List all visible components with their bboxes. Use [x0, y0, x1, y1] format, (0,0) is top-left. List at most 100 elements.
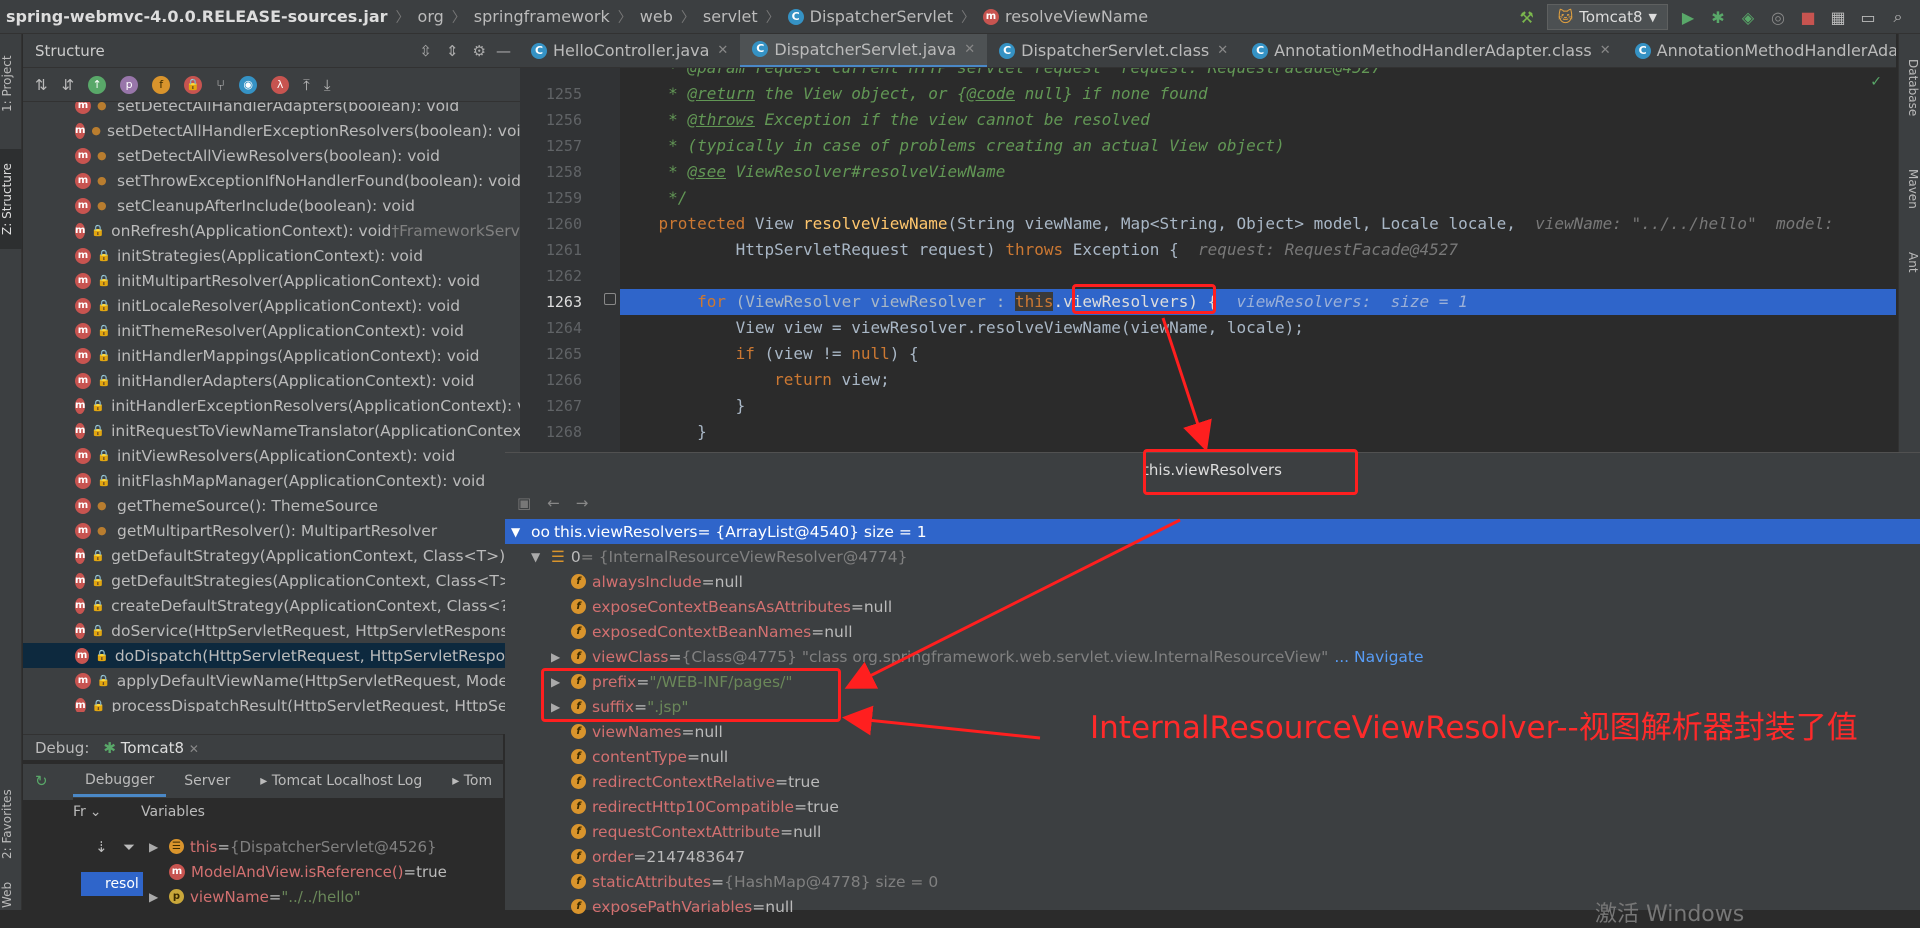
tree-root-viewresolvers[interactable]: ▼ oo this.viewResolvers = {ArrayList@4540}… [505, 519, 1920, 544]
breadcrumb-web[interactable]: web [634, 7, 679, 26]
field-requestContextAttribute[interactable]: f requestContextAttribute = null [505, 819, 1920, 844]
structure-item[interactable]: m 🔒 initMultipartResolver(ApplicationConte… [23, 268, 523, 293]
breadcrumb-dispatcherservlet[interactable]: C DispatcherServlet [782, 7, 959, 26]
tab-tomcat-localhost-log[interactable]: ▸ Tomcat Localhost Log [248, 767, 434, 795]
code-editor[interactable]: * @param request current HTTP servlet re… [620, 68, 1896, 453]
field-alwaysInclude[interactable]: f alwaysInclude = null [505, 569, 1920, 594]
tab-annotationmethodhandleradapter-class[interactable]: C AnnotationMethodHandlerAdapter.class ✕ [1240, 34, 1622, 67]
structure-item[interactable]: m 🔒 initLocaleResolver(ApplicationContext)… [23, 293, 523, 318]
structure-tool-tab[interactable]: Z: Structure [0, 149, 22, 249]
structure-item[interactable]: m ● setDetectAllHandlerExceptionResolvers(… [23, 118, 523, 143]
breadcrumb-springframework[interactable]: springframework [468, 7, 616, 26]
structure-item[interactable]: m ● setDetectAllViewResolvers(boolean): vo… [23, 143, 523, 168]
structure-item[interactable]: m 🔒 doDispatch(HttpServletRequest, HttpSer… [23, 643, 523, 668]
structure-item[interactable]: m 🔒 initViewResolvers(ApplicationContext):… [23, 443, 523, 468]
show-fields-icon[interactable]: f [152, 75, 171, 94]
gear-icon[interactable]: ⚙ [473, 42, 486, 60]
show-anonymous-icon[interactable]: ⑂ [216, 76, 225, 94]
chevron-right-icon[interactable]: ▶ [551, 650, 565, 664]
autoscroll-from-source-icon[interactable]: ⤓ [324, 76, 331, 94]
close-icon[interactable]: ✕ [1217, 43, 1228, 58]
structure-item[interactable]: m ● getMultipartResolver(): MultipartResol… [23, 518, 523, 543]
tab-hellocontroller-java[interactable]: C HelloController.java ✕ [519, 34, 740, 67]
breadcrumb-org[interactable]: org [412, 7, 450, 26]
tab-tomcat-log[interactable]: ▸ Tom [440, 767, 504, 795]
profile-icon[interactable]: ◎ [1768, 7, 1788, 27]
rerun-icon[interactable]: ↻ [35, 772, 48, 790]
frames-select[interactable]: Fr ⌄ [73, 800, 143, 824]
database-tool-tab[interactable]: Database [1898, 48, 1920, 128]
filter-icon[interactable]: ⏷ [123, 838, 135, 856]
navigate-link[interactable]: ... Navigate [1334, 648, 1423, 666]
autoscroll-to-source-icon[interactable]: ⤒ [303, 76, 310, 94]
maven-tool-tab[interactable]: Maven [1898, 154, 1920, 224]
frame-item[interactable]: resol [81, 872, 143, 896]
structure-item[interactable]: m 🔒 createDefaultStrategy(ApplicationConte… [23, 593, 523, 618]
structure-item[interactable]: m 🔒 doService(HttpServletRequest, HttpServ… [23, 618, 523, 643]
structure-item[interactable]: m ● setDetectAllHandlerAdapters(boolean): … [23, 102, 523, 118]
tab-dispatcherservlet-java[interactable]: C DispatcherServlet.java ✕ [740, 34, 988, 67]
chevron-right-icon[interactable]: ▶ [149, 840, 163, 854]
structure-item[interactable]: m 🔒 processDispatchResult(HttpServletReque… [23, 693, 523, 712]
ant-tool-tab[interactable]: Ant [1898, 242, 1920, 282]
hide-icon[interactable]: — [488, 42, 519, 60]
coverage-icon[interactable]: ◈ [1738, 7, 1758, 27]
debug-var-row[interactable]: m ModelAndView.isReference() = true [149, 859, 509, 884]
close-icon[interactable]: ✕ [964, 42, 975, 57]
tab-dispatcherservlet-class[interactable]: C DispatcherServlet.class ✕ [987, 34, 1240, 67]
structure-item[interactable]: m 🔒 initRequestToViewNameTranslator(Applic… [23, 418, 523, 443]
breadcrumb-project[interactable]: spring-webmvc-4.0.0.RELEASE-sources.jar [0, 7, 394, 26]
field-exposeContextBeansAsAttributes[interactable]: f exposeContextBeansAsAttributes = null [505, 594, 1920, 619]
breadcrumb-servlet[interactable]: servlet [697, 7, 764, 26]
structure-item[interactable]: m 🔒 initFlashMapManager(ApplicationContext… [23, 468, 523, 493]
show-inherited-icon[interactable]: ↑ [88, 75, 107, 94]
run-icon[interactable]: ▶ [1678, 7, 1698, 27]
collapse-all-icon[interactable]: ⇕ [446, 42, 459, 60]
breadcrumb-resolveviewname[interactable]: m resolveViewName [977, 7, 1154, 26]
watch-icon[interactable]: ▣ [517, 494, 531, 512]
run-configuration-select[interactable]: 🐱 Tomcat8 ▼ [1546, 4, 1668, 30]
close-icon[interactable]: ✕ [1600, 43, 1611, 58]
show-nonpublic-icon[interactable]: 🔒 [184, 75, 203, 94]
sort-visibility-icon[interactable]: ⇅ [35, 76, 48, 94]
structure-item[interactable]: m ● setThrowExceptionIfNoHandlerFound(bool… [23, 168, 523, 193]
tab-annotationmethodhandleradapter-java[interactable]: CAnnotationMethodHandlerAdapter.java✕ [1623, 34, 1896, 67]
web-tool-tab[interactable]: Web [0, 880, 22, 910]
structure-item[interactable]: m 🔒 onRefresh(ApplicationContext): void †F… [23, 218, 523, 243]
show-properties-icon[interactable]: p [120, 75, 139, 94]
project-structure-icon[interactable]: ▦ [1828, 7, 1848, 27]
structure-item[interactable]: m 🔒 getDefaultStrategies(ApplicationContex… [23, 568, 523, 593]
step-over-icon[interactable]: ⇣ [95, 838, 108, 856]
tab-debugger[interactable]: Debugger [73, 766, 167, 797]
search-icon[interactable]: ⌕ [1888, 7, 1908, 27]
chevron-right-icon[interactable]: ▶ [149, 890, 163, 904]
structure-item[interactable]: m 🔒 applyDefaultViewName(HttpServletReques… [23, 668, 523, 693]
build-hammer-icon[interactable]: ⚒ [1517, 7, 1537, 27]
tree-element-0[interactable]: ▼ ☰ 0 = {InternalResourceViewResolver@4774… [505, 544, 1920, 569]
sort-alpha-icon[interactable]: ⇵ [62, 76, 75, 94]
field-order[interactable]: f order = 2147483647 [505, 844, 1920, 869]
debug-var-row[interactable]: ▶ ☰ this = {DispatcherServlet@4526} [149, 834, 509, 859]
stop-icon[interactable]: ■ [1798, 7, 1818, 27]
structure-item[interactable]: m ● getThemeSource(): ThemeSource [23, 493, 523, 518]
structure-item[interactable]: m 🔒 initHandlerMappings(ApplicationContext… [23, 343, 523, 368]
structure-item[interactable]: m 🔒 initThemeResolver(ApplicationContext):… [23, 318, 523, 343]
debug-var-row[interactable]: ▶ p viewName = "../../hello" [149, 884, 509, 909]
back-arrow-icon[interactable]: ← [547, 494, 560, 512]
show-lambdas-icon[interactable]: ◉ [239, 75, 258, 94]
structure-item[interactable]: m ● setCleanupAfterInclude(boolean): void [23, 193, 523, 218]
fold-marker-icon[interactable] [604, 293, 616, 305]
field-redirectHttp10Compatible[interactable]: f redirectHttp10Compatible = true [505, 794, 1920, 819]
close-icon[interactable]: ✕ [189, 742, 199, 756]
structure-item[interactable]: m 🔒 getDefaultStrategy(ApplicationContext,… [23, 543, 523, 568]
structure-item[interactable]: m 🔒 initStrategies(ApplicationContext): vo… [23, 243, 523, 268]
tab-server[interactable]: Server [172, 767, 242, 795]
layout-icon[interactable]: ▭ [1858, 7, 1878, 27]
field-staticAttributes[interactable]: f staticAttributes = {HashMap@4778} size … [505, 869, 1920, 894]
debug-session-tab[interactable]: ✱ Tomcat8 ✕ [103, 739, 198, 757]
field-contentType[interactable]: f contentType = null [505, 744, 1920, 769]
field-viewClass[interactable]: ▶ f viewClass = {Class@4775} "class org.sp… [505, 644, 1920, 669]
expand-all-icon[interactable]: ⇳ [419, 42, 432, 60]
field-exposedContextBeanNames[interactable]: f exposedContextBeanNames = null [505, 619, 1920, 644]
field-redirectContextRelative[interactable]: f redirectContextRelative = true [505, 769, 1920, 794]
